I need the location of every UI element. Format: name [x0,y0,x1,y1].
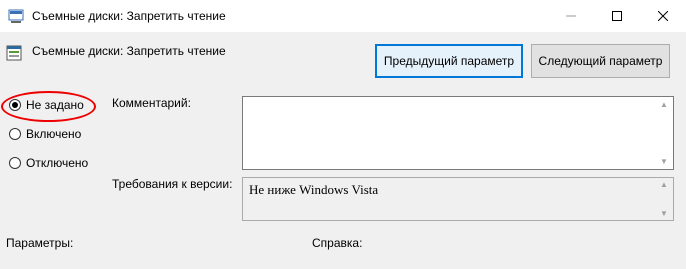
previous-setting-button[interactable]: Предыдущий параметр [375,44,523,78]
policy-window-icon [8,9,24,23]
minimize-icon [566,15,576,17]
scroll-down-icon[interactable]: ▼ [660,209,668,218]
radio-disabled[interactable]: Отключено [9,156,88,170]
comment-textarea[interactable]: ▲ ▼ [242,96,674,170]
radio-label: Отключено [26,156,89,170]
requirements-box: Не ниже Windows Vista ▲ ▼ [242,177,674,221]
radio-button[interactable] [9,157,21,169]
window-title: Съемные диски: Запретить чтение [32,9,226,23]
radio-label: Не задано [26,98,84,112]
scroll-up-icon[interactable]: ▲ [660,100,668,109]
minimize-button[interactable] [548,0,594,32]
requirements-scrollbar[interactable]: ▲ ▼ [656,178,673,220]
radio-button-checked[interactable] [9,99,21,111]
next-setting-button[interactable]: Следующий параметр [531,44,670,78]
maximize-icon [612,11,622,21]
comment-label: Комментарий: [112,96,191,110]
scroll-down-icon[interactable]: ▼ [660,157,668,166]
policy-name: Съемные диски: Запретить чтение [32,44,226,58]
radio-not-configured[interactable]: Не задано [9,98,84,112]
scroll-up-icon[interactable]: ▲ [660,180,668,189]
maximize-button[interactable] [594,0,640,32]
help-label: Справка: [312,236,363,250]
requirements-value: Не ниже Windows Vista [249,182,379,197]
title-bar: Съемные диски: Запретить чтение [0,0,686,32]
parameters-label: Параметры: [6,236,74,250]
policy-settings-icon [6,45,22,61]
radio-button[interactable] [9,128,21,140]
requirements-label: Требования к версии: [112,177,233,191]
close-icon [658,11,668,21]
comment-scrollbar[interactable]: ▲ ▼ [656,97,673,169]
radio-label: Включено [26,127,82,141]
radio-enabled[interactable]: Включено [9,127,81,141]
close-button[interactable] [640,0,686,32]
